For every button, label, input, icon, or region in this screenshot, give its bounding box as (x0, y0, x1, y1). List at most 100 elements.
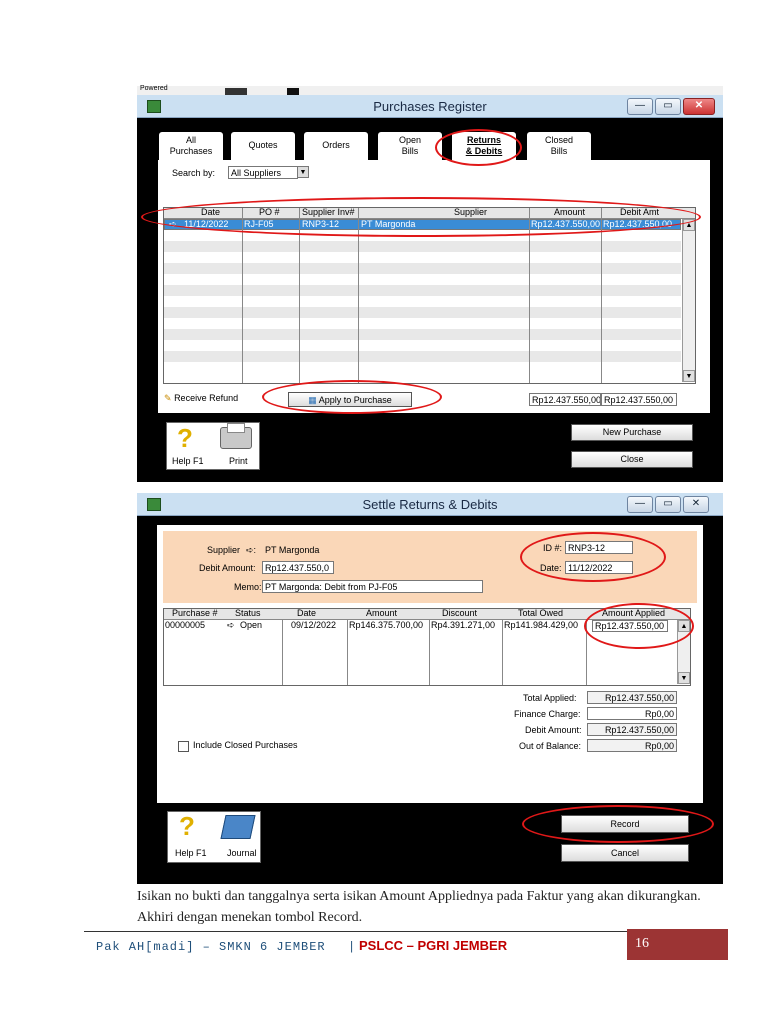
tab-label: & Debits (465, 146, 503, 156)
record-button[interactable]: Record (561, 815, 689, 833)
tab-orders[interactable]: Orders (303, 131, 369, 161)
maximize-button[interactable]: ▭ (655, 98, 681, 115)
row-amount: Rp12.437.550,00 (531, 219, 601, 229)
row-supplier-inv: RNP3-12 (302, 219, 340, 229)
supplier-arrow-icon[interactable]: ➪: (246, 545, 256, 556)
finance-charge-field[interactable]: Rp0,00 (587, 707, 677, 720)
column-header-discount: Discount (442, 608, 478, 618)
caption-text: Isikan no bukti dan tanggalnya serta isi… (137, 889, 701, 925)
column-header-amount-applied: Amount Applied (602, 608, 666, 618)
id-field[interactable]: RNP3-12 (565, 541, 633, 554)
print-label: Print (229, 456, 248, 466)
tab-returns-debits[interactable]: Returns & Debits (451, 131, 517, 161)
help-icon[interactable]: ? (177, 425, 193, 451)
row-po: RJ-F05 (244, 219, 274, 229)
debit-amount-label: Debit Amount: (199, 563, 256, 573)
tab-label: Quotes (248, 140, 278, 150)
help-label: Help F1 (175, 848, 207, 858)
debit-amount-field[interactable]: Rp12.437.550,0 (262, 561, 334, 574)
tab-label: Bills (401, 146, 419, 156)
row-amount: Rp146.375.700,00 (349, 620, 424, 630)
supplier-label: Supplier (207, 545, 241, 555)
chevron-down-icon[interactable]: ▼ (297, 166, 309, 178)
maximize-button[interactable]: ▭ (655, 496, 681, 513)
column-divider (299, 208, 300, 383)
table-scrollbar[interactable]: ▲ ▼ (677, 620, 690, 684)
total-applied-field: Rp12.437.550,00 (587, 691, 677, 704)
column-header-po: PO # (259, 207, 280, 217)
row-supplier: PT Margonda (361, 219, 416, 229)
footer-separator: | (348, 940, 357, 954)
row-status-arrow-icon[interactable]: ➪ (227, 620, 235, 631)
close-button[interactable]: ✕ (683, 496, 709, 513)
column-divider (358, 208, 359, 383)
minimize-button[interactable]: — (627, 98, 653, 115)
close-window-button[interactable]: Close (571, 451, 693, 468)
purchases-register-window: Purchases Register — ▭ ✕ All Purchases Q… (137, 95, 723, 482)
scroll-down-icon[interactable]: ▼ (683, 370, 695, 382)
table-header (164, 208, 695, 219)
column-header-status: Status (235, 608, 261, 618)
amount-applied-field[interactable]: Rp12.437.550,00 (592, 620, 668, 632)
column-divider (529, 208, 530, 383)
register-table: Date PO # Supplier Inv# Supplier Amount … (163, 207, 696, 384)
date-field[interactable]: 11/12/2022 (565, 561, 633, 574)
out-of-balance-label: Out of Balance: (519, 741, 582, 751)
date-label: Date: (540, 563, 562, 573)
row-date: 09/12/2022 (291, 620, 337, 630)
memo-field[interactable]: PT Margonda: Debit from PJ-F05 (262, 580, 483, 593)
scroll-up-icon[interactable]: ▲ (678, 620, 690, 632)
column-header-amount: Amount (366, 608, 398, 618)
register-panel: Search by: All Suppliers ▼ Date PO # Sup… (158, 160, 710, 410)
table-scrollbar[interactable]: ▲ ▼ (682, 219, 695, 382)
tab-label: Returns (466, 135, 501, 145)
row-total-owed: Rp141.984.429,00 (504, 620, 579, 630)
total-amount-field: Rp12.437.550,00 (529, 393, 601, 406)
print-paper-icon (227, 423, 245, 433)
row-purchase-no: 00000005 (165, 620, 206, 630)
footer-org: PSLCC – PGRI JEMBER (359, 938, 508, 953)
include-closed-label: Include Closed Purchases (193, 740, 298, 750)
include-closed-checkbox[interactable] (178, 741, 189, 752)
debit-amount-total-field: Rp12.437.550,00 (587, 723, 677, 736)
background-powered-label: Powered (140, 85, 168, 92)
total-applied-label: Total Applied: (523, 693, 577, 703)
row-discount: Rp4.391.271,00 (431, 620, 496, 630)
search-by-label: Search by: (172, 168, 216, 178)
row-date: 11/12/2022 (184, 219, 229, 229)
memo-label: Memo: (234, 582, 262, 592)
tab-label: Open (398, 135, 422, 145)
column-header-supplier: Supplier (454, 207, 488, 217)
footer-author: Pak AH[madi] – SMKN 6 JEMBER (96, 940, 326, 954)
tab-label: Bills (550, 146, 568, 156)
tab-closed-bills[interactable]: Closed Bills (526, 131, 592, 161)
column-header-supplier-inv: Supplier Inv# (302, 207, 355, 217)
new-purchase-button[interactable]: New Purchase (571, 424, 693, 441)
column-divider (601, 208, 602, 383)
cancel-button[interactable]: Cancel (561, 844, 689, 862)
tab-open-bills[interactable]: Open Bills (377, 131, 443, 161)
receive-refund-button[interactable]: ✎ Receive Refund (164, 391, 254, 408)
help-label: Help F1 (172, 456, 204, 466)
column-header-purchase-no: Purchase # (172, 608, 218, 618)
search-by-select[interactable]: All Suppliers (228, 166, 298, 179)
scroll-down-icon[interactable]: ▼ (678, 672, 690, 684)
settle-returns-window: Settle Returns & Debits — ▭ ✕ Supplier ➪… (137, 493, 723, 884)
close-button[interactable]: ✕ (683, 98, 715, 115)
minimize-button[interactable]: — (627, 496, 653, 513)
register-actions-bar: ✎ Receive Refund ▦ Apply to Purchase Rp1… (158, 387, 710, 413)
row-debit-amt: Rp12.437.550,00 (603, 219, 673, 229)
help-icon[interactable]: ? (179, 813, 195, 839)
settle-panel: Supplier ➪: PT Margonda Debit Amount: Rp… (157, 525, 703, 803)
out-of-balance-field: Rp0,00 (587, 739, 677, 752)
tab-label: Purchases (169, 146, 213, 156)
tab-quotes[interactable]: Quotes (230, 131, 296, 161)
tab-all-purchases[interactable]: All Purchases (158, 131, 224, 161)
journal-icon[interactable] (220, 815, 256, 839)
row-status: Open (240, 620, 263, 630)
id-label: ID #: (543, 543, 563, 553)
scroll-up-icon[interactable]: ▲ (683, 219, 695, 231)
row-arrow-icon: ➪ (169, 219, 177, 229)
receive-refund-label: Receive Refund (174, 393, 239, 403)
apply-to-purchase-button[interactable]: ▦ Apply to Purchase (288, 392, 412, 407)
